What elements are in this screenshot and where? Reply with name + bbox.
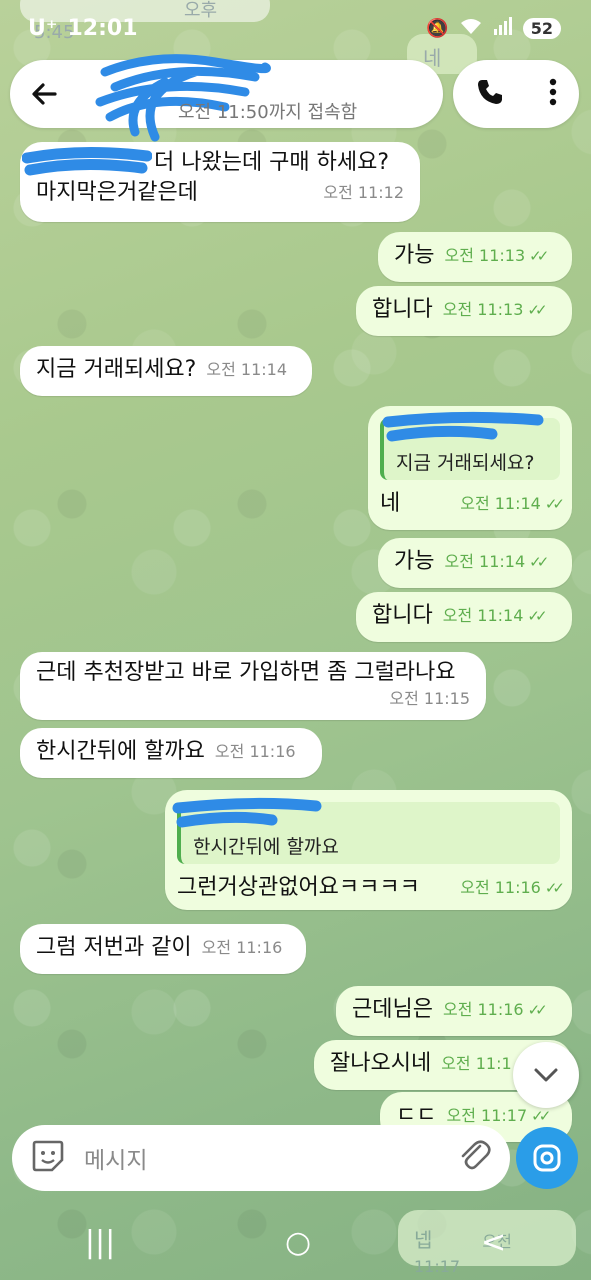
message-time: 오전 11:13	[444, 246, 526, 265]
message-incoming[interactable]: 그럼 저번과 같이 오전 11:16	[20, 924, 306, 974]
redacted-quote-author	[382, 411, 544, 442]
message-incoming[interactable]: 한시간뒤에 할까요 오전 11:16	[20, 728, 322, 778]
message-text: 잘나오시네	[330, 1051, 432, 1076]
scroll-down-button[interactable]	[513, 1042, 579, 1108]
back-nav-button[interactable]: <	[481, 1225, 506, 1260]
mute-icon: 🔕	[426, 17, 449, 39]
chevron-down-icon	[534, 1068, 558, 1082]
message-text: 그럼 저번과 같이	[36, 935, 192, 960]
clock: 12:01	[67, 15, 138, 41]
phone-icon[interactable]	[475, 77, 505, 111]
status-bar: U⁺ 12:01 🔕 52	[0, 0, 591, 56]
message-text: 합니다	[372, 603, 433, 628]
more-vertical-icon[interactable]	[548, 77, 558, 111]
message-text: 근데 추천장받고 바로 가입하면 좀 그럴라나요	[36, 660, 456, 685]
read-check-icon: ✓✓	[529, 553, 549, 571]
message-text: 그런거상관없어요ㅋㅋㅋㅋ	[177, 875, 420, 900]
redacted-quote-author	[172, 797, 322, 828]
message-input-bar: 메시지	[12, 1125, 510, 1191]
read-check-icon: ✓✓	[527, 301, 547, 319]
message-text: 가능	[394, 549, 435, 574]
camera-button[interactable]	[516, 1127, 578, 1189]
message-time: 오전 11:14	[460, 494, 541, 513]
message-time: 오전 11:1	[441, 1054, 512, 1073]
message-outgoing[interactable]: 합니다 오전 11:14 ✓✓	[356, 592, 572, 642]
message-outgoing[interactable]: 합니다 오전 11:13 ✓✓	[356, 286, 572, 336]
message-time: 오전 11:14	[444, 552, 526, 571]
back-button[interactable]	[10, 60, 78, 128]
message-input[interactable]: 메시지	[84, 1141, 458, 1175]
message-text: 근데님은	[352, 997, 433, 1022]
message-time: 오전 11:16	[201, 938, 283, 957]
message-text-line2: 마지막은거같은데	[36, 180, 198, 205]
message-time: 오전 11:15	[389, 689, 470, 708]
carrier-label: U⁺	[28, 15, 58, 41]
message-time: 오전 11:16	[460, 878, 541, 897]
arrow-left-icon	[32, 83, 57, 105]
message-outgoing[interactable]: 근데님은 오전 11:16 ✓✓	[336, 986, 572, 1036]
recents-button[interactable]: |||	[85, 1225, 115, 1260]
message-outgoing[interactable]: 가능 오전 11:13 ✓✓	[378, 232, 572, 282]
message-outgoing[interactable]: 가능 오전 11:14 ✓✓	[378, 538, 572, 588]
sticker-icon[interactable]	[30, 1138, 66, 1178]
system-nav-bar: ||| ○ <	[0, 1205, 591, 1280]
message-incoming[interactable]: 지금 거래되세요? 오전 11:14	[20, 346, 312, 396]
header-actions	[453, 60, 579, 128]
redacted-contact-name	[95, 54, 271, 142]
last-seen-status: 오전 11:50까지 접속함	[178, 102, 358, 123]
home-button[interactable]: ○	[285, 1225, 311, 1260]
camera-icon	[533, 1144, 561, 1172]
message-time: 오전 11:12	[323, 183, 404, 202]
read-check-icon: ✓✓	[527, 607, 547, 625]
message-text: 가능	[394, 243, 435, 268]
message-incoming[interactable]: 근데 추천장받고 바로 가입하면 좀 그럴라나요 오전 11:15	[20, 652, 486, 720]
read-check-icon: ✓✓	[544, 495, 565, 513]
wifi-icon	[459, 17, 483, 40]
battery-indicator: 52	[522, 17, 561, 39]
message-time: 오전 11:14	[442, 606, 524, 625]
message-time: 오전 11:16	[442, 1000, 524, 1019]
message-text: 네	[380, 491, 401, 516]
message-time: 오전 11:13	[442, 300, 524, 319]
message-text: 한시간뒤에 할까요	[36, 739, 205, 764]
signal-icon	[493, 16, 513, 40]
read-check-icon: ✓✓	[544, 879, 565, 897]
attachment-icon[interactable]	[458, 1138, 492, 1178]
read-check-icon: ✓✓	[527, 1001, 548, 1019]
message-text: 지금 거래되세요?	[36, 357, 197, 382]
message-time: 오전 11:16	[214, 742, 296, 761]
message-text: 합니다	[372, 297, 433, 322]
redacted-text	[22, 146, 152, 176]
message-time: 오전 11:14	[206, 360, 287, 379]
read-check-icon: ✓✓	[529, 247, 549, 265]
